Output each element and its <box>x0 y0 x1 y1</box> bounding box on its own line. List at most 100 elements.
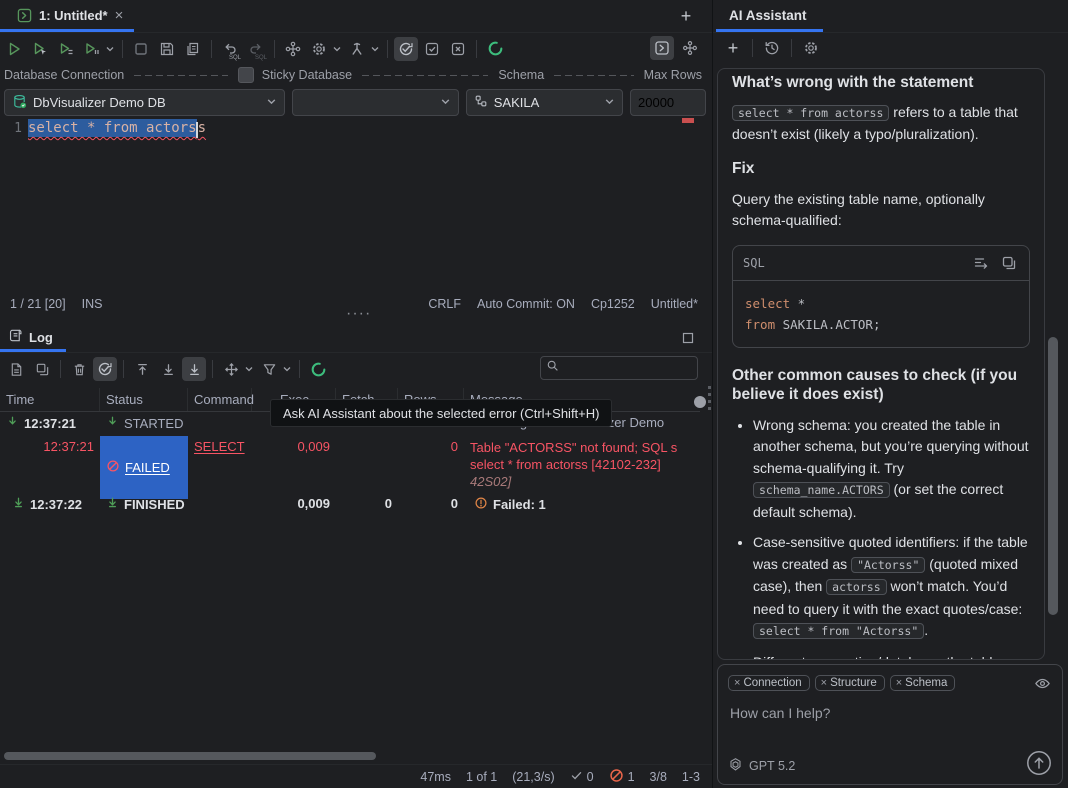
gear-icon[interactable] <box>799 36 823 60</box>
schema-select[interactable]: SAKILA <box>466 89 623 116</box>
chevron-down-icon[interactable] <box>369 37 381 61</box>
execute-buffer-button[interactable] <box>54 37 78 61</box>
save-button[interactable] <box>155 37 179 61</box>
references-icon[interactable] <box>678 36 702 60</box>
chevron-down-icon <box>266 95 277 110</box>
sql-statement-line[interactable]: select * from actorss <box>28 120 206 136</box>
scroll-to-bottom-button[interactable] <box>156 357 180 381</box>
save-as-button[interactable] <box>181 37 205 61</box>
line-number: 1 <box>0 121 22 136</box>
toolbar-separator <box>122 40 123 58</box>
down-arrow-icon <box>6 415 19 431</box>
sql-editor[interactable]: 1 select * from actorss <box>0 117 700 293</box>
column-header-status[interactable]: Status <box>100 388 188 411</box>
ai-check-toggle[interactable] <box>394 37 418 61</box>
execute-current-button[interactable] <box>28 37 52 61</box>
vertical-scrollbar[interactable] <box>1048 337 1058 615</box>
line-ending[interactable]: CRLF <box>428 297 461 311</box>
execute-explain-button[interactable] <box>80 37 104 61</box>
time-cell: 12:37:21 <box>0 436 100 457</box>
toolbar-separator <box>476 40 477 58</box>
context-chip-structure[interactable]: ×Structure <box>815 675 885 691</box>
history-icon[interactable] <box>760 36 784 60</box>
connection-fields-row: DbVisualizer Demo DB SAKILA <box>4 89 706 116</box>
column-header-command[interactable]: Command <box>188 388 252 411</box>
remove-chip-icon[interactable]: × <box>734 677 740 689</box>
sql-commander-view-button[interactable] <box>650 36 674 60</box>
column-options-button[interactable] <box>694 396 706 408</box>
send-button[interactable] <box>1025 749 1053 777</box>
max-rows-label: Max Rows <box>644 68 702 82</box>
encoding[interactable]: Cp1252 <box>591 297 635 311</box>
ai-prompt-input[interactable] <box>728 703 1052 747</box>
max-rows-input[interactable] <box>630 89 706 116</box>
chevron-down-icon[interactable] <box>331 37 343 61</box>
scroll-to-top-button[interactable] <box>130 357 154 381</box>
response-paragraph: select * from actorss refers to a table … <box>732 102 1030 145</box>
commands-icon[interactable] <box>281 37 305 61</box>
toolbar-separator <box>211 40 212 58</box>
new-tab-button[interactable]: + <box>674 4 698 28</box>
undo-sql-button[interactable]: SQL <box>218 37 242 61</box>
log-status-bar: 47ms 1 of 1 (21,3/s) 0 1 3/8 1-3 <box>0 764 712 788</box>
tab-untitled[interactable]: 1: Untitled* × <box>6 0 133 31</box>
insert-in-editor-icon[interactable] <box>971 253 991 273</box>
query-duration: 47ms <box>420 770 451 784</box>
message-cell: Failed: 1 <box>464 493 700 516</box>
time-cell: 12:37:21 <box>0 412 100 434</box>
caret-position: 1 / 21 [20] <box>10 297 66 311</box>
copy-log-button[interactable] <box>30 357 54 381</box>
model-selector[interactable]: GPT 5.2 <box>728 757 795 775</box>
log-toolbar <box>4 354 708 384</box>
sticky-database-checkbox[interactable] <box>238 67 254 83</box>
log-search-field[interactable] <box>540 356 698 380</box>
chevron-down-icon[interactable] <box>104 37 116 61</box>
horizontal-scrollbar[interactable] <box>4 752 376 760</box>
refresh-spinner-icon <box>306 357 330 381</box>
tab-ai-assistant[interactable]: AI Assistant <box>729 0 807 30</box>
ai-prompt-card: ×Connection ×Structure ×Schema GPT 5.2 <box>717 664 1063 785</box>
column-header-time[interactable]: Time <box>0 388 100 411</box>
new-chat-button[interactable]: + <box>721 36 745 60</box>
settings-gear-icon[interactable] <box>307 37 331 61</box>
tab-log[interactable]: Log <box>8 324 53 350</box>
context-chip-schema[interactable]: ×Schema <box>890 675 956 691</box>
log-tab-bar: Log <box>0 322 712 353</box>
database-connection-select[interactable]: DbVisualizer Demo DB <box>4 89 285 116</box>
log-search-input[interactable] <box>563 360 677 376</box>
filter-icon[interactable] <box>257 357 281 381</box>
log-row-failed[interactable]: 12:37:21 FAILED SELECT 0,009 0 Table "AC… <box>0 436 700 493</box>
toolbar-separator <box>274 40 275 58</box>
status-cell-selected[interactable]: FAILED <box>100 436 188 499</box>
execute-button[interactable] <box>2 37 26 61</box>
chevron-down-icon[interactable] <box>281 357 293 381</box>
close-tab-icon[interactable]: × <box>115 8 124 23</box>
code-line: select * <box>745 293 1017 314</box>
remove-chip-icon[interactable]: × <box>896 677 902 689</box>
sticky-database-select[interactable] <box>292 89 459 116</box>
error-stripe-mark[interactable] <box>682 118 694 123</box>
auto-commit[interactable]: Auto Commit: ON <box>477 297 575 311</box>
remove-chip-icon[interactable]: × <box>821 677 827 689</box>
copy-code-icon[interactable] <box>999 253 1019 273</box>
splitter-handle[interactable]: ···· <box>346 305 371 323</box>
tail-log-toggle[interactable] <box>182 357 206 381</box>
clear-log-button[interactable] <box>67 357 91 381</box>
context-chip-connection[interactable]: ×Connection <box>728 675 810 691</box>
panel-drag-handle[interactable] <box>708 386 711 412</box>
fit-columns-button[interactable] <box>219 357 243 381</box>
format-sql-icon[interactable] <box>345 37 369 61</box>
chevron-down-icon[interactable] <box>243 357 255 381</box>
redo-sql-button[interactable]: SQL <box>244 37 268 61</box>
check-box-icon[interactable] <box>420 37 444 61</box>
log-row-finished[interactable]: 12:37:22 FINISHED 0,009 0 0 Failed: 1 <box>0 493 700 517</box>
ask-ai-about-error-button[interactable] <box>93 357 117 381</box>
command-cell[interactable]: SELECT <box>188 436 252 457</box>
eye-icon[interactable] <box>1032 673 1052 693</box>
maximize-icon[interactable] <box>676 326 700 350</box>
ai-tab-label: AI Assistant <box>729 8 807 23</box>
stop-button[interactable] <box>129 37 153 61</box>
progress-fraction: 3/8 <box>650 770 667 784</box>
export-log-button[interactable] <box>4 357 28 381</box>
cancel-box-icon[interactable] <box>446 37 470 61</box>
